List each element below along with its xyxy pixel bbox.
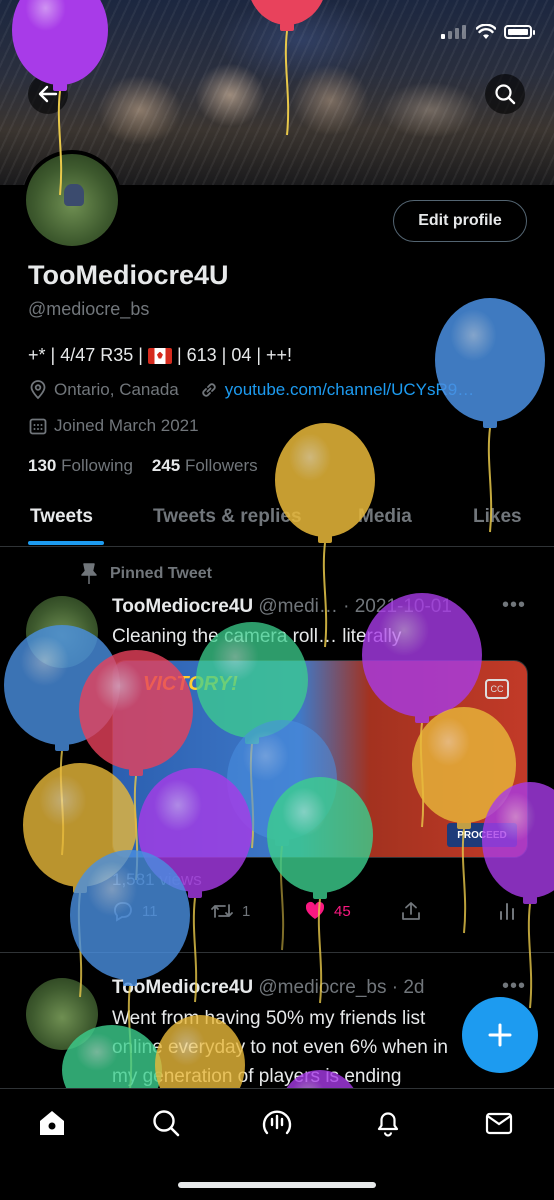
retweet-icon [211, 904, 233, 918]
retweet-count: 1 [242, 902, 251, 920]
cellular-signal-icon [441, 25, 466, 39]
more-options-icon[interactable]: ••• [502, 975, 526, 998]
analytics-icon [500, 903, 514, 920]
profile-joined: Joined March 2021 [54, 416, 199, 435]
status-time: 11:02 [42, 22, 90, 43]
tweet-divider [0, 952, 554, 953]
battery-icon [504, 25, 535, 39]
pin-icon [81, 563, 97, 584]
spaces-icon[interactable] [261, 1107, 293, 1139]
tweet-meta: @medi… · 2021-10-01 [258, 596, 452, 617]
link-icon [202, 383, 216, 397]
location-pin-icon [30, 380, 46, 400]
heart-icon [305, 901, 325, 919]
profile-name: TooMediocre4U [28, 260, 229, 290]
pinned-tweet-label: Pinned Tweet [110, 565, 212, 582]
follow-stats: 130 Following 245 Followers [28, 456, 258, 476]
followers-link[interactable]: 245 Followers [152, 456, 258, 475]
reply-icon [114, 902, 132, 922]
back-button[interactable] [28, 74, 68, 114]
bio-text-start: +* | 4/47 R35 | [28, 345, 143, 365]
like-button[interactable]: 45 [304, 900, 351, 922]
tweet-meta: @mediocre_bs · 2d [258, 977, 425, 998]
media-victory-text: VICTORY! [143, 673, 238, 695]
canada-flag-icon [147, 347, 172, 364]
tweet-author-name[interactable]: TooMediocre4U [112, 977, 253, 998]
search-button[interactable] [485, 74, 525, 114]
compose-tweet-button[interactable] [462, 997, 538, 1073]
tab-likes[interactable]: Likes [473, 506, 522, 528]
tweet-header: TooMediocre4U @medi… · 2021-10-01 [112, 596, 452, 618]
status-bar: 11:02 [0, 18, 554, 48]
home-indicator [178, 1182, 376, 1188]
notifications-bell-icon[interactable] [372, 1107, 404, 1139]
tweet-actions: 11 1 45 [112, 900, 532, 930]
profile-location: Ontario, Canada [54, 380, 179, 399]
plus-icon [488, 1023, 512, 1047]
calendar-icon [29, 418, 47, 435]
tweet-media-video[interactable]: VICTORY! CC PROCEED [112, 660, 528, 858]
media-proceed-text: PROCEED [447, 823, 517, 847]
explore-search-icon[interactable] [150, 1107, 182, 1139]
like-count: 45 [334, 902, 351, 920]
tweet-views: 1,581 views [112, 870, 202, 889]
reply-count: 11 [142, 902, 158, 920]
tweet-avatar[interactable] [26, 978, 98, 1050]
tab-media[interactable]: Media [358, 506, 412, 528]
wifi-icon [476, 24, 496, 39]
following-link[interactable]: 130 Following [28, 456, 133, 475]
profile-website-link[interactable]: youtube.com/channel/UCYsR9… [225, 380, 474, 400]
profile-joined-row: Joined March 2021 [28, 416, 199, 436]
analytics-button[interactable] [496, 900, 518, 922]
reply-button[interactable]: 11 [112, 900, 158, 922]
tweet-avatar[interactable] [26, 596, 98, 668]
retweet-button[interactable]: 1 [210, 900, 250, 922]
tab-tweets-replies[interactable]: Tweets & replies [153, 506, 302, 528]
share-button[interactable] [400, 900, 422, 922]
search-icon [495, 84, 516, 105]
tweet-author-name[interactable]: TooMediocre4U [112, 596, 253, 617]
more-options-icon[interactable]: ••• [502, 594, 526, 617]
tweet-header: TooMediocre4U @mediocre_bs · 2d [112, 977, 424, 999]
home-icon[interactable] [36, 1107, 68, 1139]
profile-tabs: Tweets Tweets & replies Media Likes [0, 500, 554, 547]
bio-text-end: | 613 | 04 | ++! [176, 345, 293, 365]
edit-profile-button[interactable]: Edit profile [393, 200, 527, 242]
tweet-text: Cleaning the camera roll… literally [112, 626, 402, 647]
active-tab-indicator [28, 541, 104, 545]
share-icon [402, 902, 420, 920]
profile-bio: +* | 4/47 R35 | | 613 | 04 | ++! [28, 345, 292, 366]
profile-handle: @mediocre_bs [28, 299, 150, 319]
arrow-left-icon [38, 85, 58, 103]
balloon [435, 298, 545, 533]
profile-avatar[interactable] [22, 150, 122, 250]
messages-envelope-icon[interactable] [483, 1107, 515, 1139]
tweet-text: Went from having 50% my friends list onl… [112, 1008, 448, 1087]
tab-tweets[interactable]: Tweets [30, 506, 93, 528]
profile-meta-row: Ontario, Canada youtube.com/channel/UCYs… [28, 380, 474, 400]
closed-captions-icon[interactable]: CC [485, 679, 509, 699]
